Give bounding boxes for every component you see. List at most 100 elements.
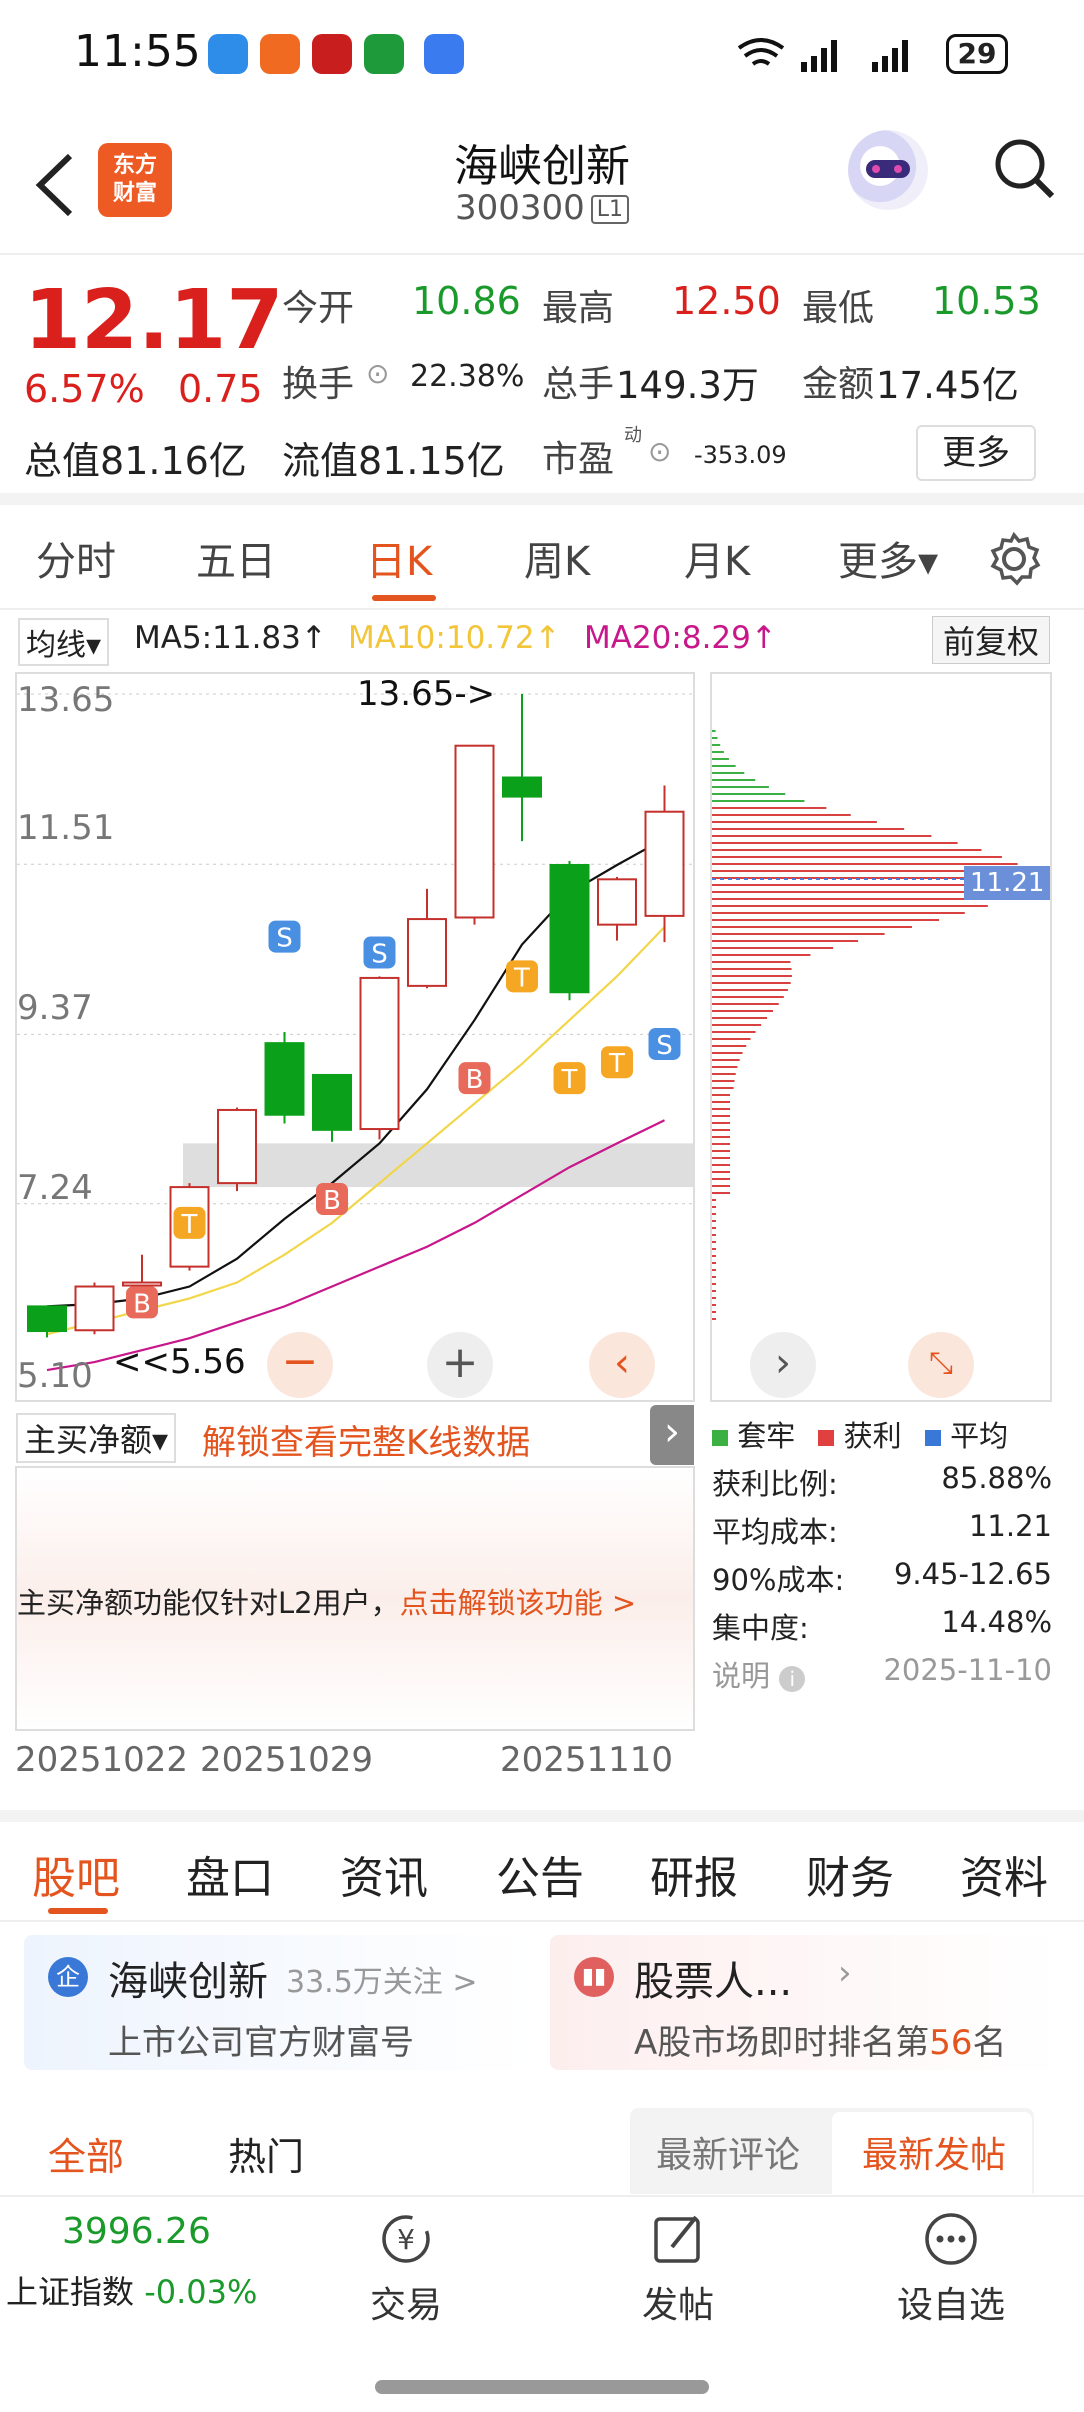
tab-announcements[interactable]: 公告 [496, 1842, 584, 1906]
sort-latest-post[interactable]: 最新发帖 [862, 2126, 1006, 2178]
float-value: 81.15亿 [358, 439, 505, 483]
message-app-icon [208, 34, 248, 74]
stat-concentration: 集中度: 14.48% [712, 1605, 1052, 1645]
ma-selector[interactable]: 均线▾ [18, 618, 110, 666]
period-tabs: 分时 五日 日K 周K 月K 更多▾ [0, 505, 1084, 610]
stock-header: 东方 财富 海峡创新 300300 L1 [0, 110, 1084, 255]
status-bar: 11:55 29 [0, 0, 1084, 110]
chevron-right-icon: › [838, 1953, 852, 1993]
volume-label: 总手 [542, 364, 615, 405]
next-button[interactable]: › [750, 1332, 816, 1398]
index-value[interactable]: 3996.26 [62, 2211, 211, 2252]
signal-marker-label: T [561, 1065, 578, 1095]
signal-marker-label: T [181, 1210, 198, 1240]
stat-note[interactable]: 说明 i 2025-11-10 [712, 1653, 1052, 1695]
expand-icon[interactable]: ⤡ [908, 1332, 974, 1398]
indicator-selector[interactable]: 主买净额▾ [16, 1413, 177, 1463]
enterprise-icon: 企 [48, 1957, 88, 1997]
change-amount: 0.75 [178, 367, 263, 411]
bottom-bar: 3996.26 上证指数 -0.03% ¥ 交易 发帖 设自选 [0, 2195, 1084, 2412]
mcap-label: 总值 [24, 439, 101, 483]
ma20-label: MA20:8.29↑ [584, 620, 777, 656]
y-label-3: 9.37 [17, 988, 93, 1028]
trade-button[interactable]: ¥ 交易 [366, 2211, 446, 2328]
legend-swatch-profit [818, 1430, 835, 1446]
settings-gear-icon[interactable] [986, 531, 1042, 587]
adjust-button[interactable]: 前复权 [932, 616, 1051, 664]
open-label: 今开 [282, 288, 355, 329]
pe-label: 市盈 [542, 439, 615, 480]
add-watchlist-button[interactable]: 设自选 [896, 2211, 1006, 2328]
tab-intraday[interactable]: 分时 [36, 529, 116, 587]
tab-profile[interactable]: 资料 [960, 1842, 1048, 1906]
level-badge: L1 [590, 195, 630, 224]
tab-guba[interactable]: 股吧 [32, 1842, 120, 1906]
scroll-left-button[interactable]: ‹ [589, 1332, 655, 1398]
candle-body [454, 744, 495, 919]
candle-body [644, 810, 685, 917]
turnover-value: 22.38% [410, 359, 525, 394]
date-label-1: 20251022 [15, 1740, 189, 1780]
official-account-card[interactable]: 企 海峡创新 33.5万关注 > 上市公司官方财富号 [24, 1935, 534, 2070]
tab-finance[interactable]: 财务 [806, 1842, 894, 1906]
zoom-out-button[interactable]: − [267, 1332, 333, 1398]
y-label-4: 7.24 [17, 1168, 93, 1208]
signal-marker-label: B [133, 1289, 151, 1319]
robot-assistant-icon[interactable] [848, 130, 928, 210]
tab-monthly-k[interactable]: 月K [684, 529, 750, 587]
kline-chart[interactable]: TSBSBTTTSB 13.65 11.51 9.37 7.24 5.10 13… [15, 672, 695, 1402]
stat-avg-cost: 平均成本: 11.21 [712, 1509, 1052, 1549]
signal-marker-label: T [513, 963, 530, 993]
svg-text:¥: ¥ [397, 2223, 415, 2256]
date-label-3: 20251110 [500, 1740, 674, 1780]
volume-value: 149.3万 [616, 364, 759, 407]
tab-more[interactable]: 更多▾ [838, 529, 938, 587]
yuan-refresh-icon: ¥ [382, 2215, 430, 2263]
candle-body [359, 976, 400, 1131]
legend-profit: 获利 [843, 1419, 902, 1453]
amount-label: 金额 [802, 364, 875, 405]
tab-five-day[interactable]: 五日 [196, 529, 276, 587]
tab-daily-k[interactable]: 日K [366, 529, 432, 587]
unlock-link[interactable]: 解锁查看完整K线数据 [202, 1415, 530, 1464]
signal-marker-label: S [656, 1031, 673, 1061]
active-tab-indicator [372, 595, 436, 601]
stock-popularity-card[interactable]: ▮▮ 股票人... › A股市场即时排名第56名 [550, 1935, 1060, 2070]
tab-weekly-k[interactable]: 周K [524, 529, 590, 587]
status-time: 11:55 [74, 26, 201, 77]
more-button[interactable]: 更多 [916, 425, 1036, 481]
max-price-note: 13.65-> [357, 674, 496, 714]
signal-marker-label: S [276, 924, 293, 954]
info-icon[interactable]: ⊙ [366, 357, 389, 390]
pe-info-icon[interactable]: ⊙ [648, 435, 671, 468]
legend-swatch-trapped [712, 1430, 728, 1446]
search-icon[interactable] [990, 134, 1060, 204]
collapse-arrow-icon[interactable]: › [650, 1405, 694, 1465]
post-button[interactable]: 发帖 [638, 2211, 718, 2328]
signal-icon [872, 40, 908, 72]
quote-panel: 12.17 6.57% 0.75 总值81.16亿 今开 10.86 最高 12… [0, 255, 1084, 505]
candle-body [312, 1073, 352, 1131]
sort-latest-comment[interactable]: 最新评论 [656, 2126, 800, 2178]
avg-cost-tag: 11.21 [964, 866, 1051, 900]
filter-hot[interactable]: 热门 [228, 2126, 304, 2181]
y-label-2: 11.51 [17, 808, 115, 848]
tab-pankou[interactable]: 盘口 [186, 1842, 274, 1906]
index-info[interactable]: 上证指数 -0.03% [6, 2267, 257, 2313]
date-axis: 20251022 20251029 20251110 [0, 1740, 700, 1820]
tab-news[interactable]: 资讯 [340, 1842, 428, 1906]
active-nav-indicator [48, 1908, 108, 1914]
open-value: 10.86 [412, 279, 521, 323]
edit-icon [654, 2215, 700, 2263]
content-tabs: 股吧 盘口 资讯 公告 研报 财务 资料 [0, 1822, 1084, 1922]
chip-stats: 套牢 获利 平均 获利比例: 85.88% 平均成本: 11.21 90%成本: 9.… [710, 1405, 1052, 1705]
tab-research[interactable]: 研报 [650, 1842, 738, 1906]
zoom-in-button[interactable]: + [427, 1332, 493, 1398]
filter-all[interactable]: 全部 [48, 2126, 124, 2181]
y-label-top: 13.65 [17, 680, 115, 720]
l2-unlock-link[interactable]: 点击解锁该功能 > [400, 1586, 637, 1620]
candle-body [74, 1285, 115, 1332]
battery-icon: 29 [946, 34, 1008, 74]
stock-popularity-title: 股票人... [634, 1959, 793, 2005]
current-price: 12.17 [24, 273, 284, 368]
